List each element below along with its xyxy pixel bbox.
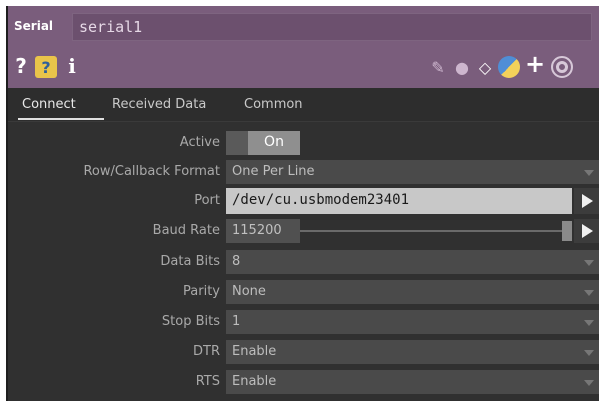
param-label-stop-bits: Stop Bits	[161, 314, 220, 329]
tab-received-data[interactable]: Received Data	[112, 97, 206, 112]
param-row-format: Row/Callback Format One Per Line	[8, 160, 599, 186]
active-tab-indicator	[18, 118, 104, 120]
param-label-port: Port	[194, 193, 220, 208]
info-icon[interactable]: i	[66, 54, 78, 78]
title-row: Serial serial1	[8, 6, 599, 46]
port-input[interactable]: /dev/cu.usbmodem23401	[226, 188, 572, 214]
data-bits-dropdown[interactable]: 8	[226, 250, 599, 274]
active-toggle-off-segment[interactable]	[226, 131, 248, 155]
icon-toolbar: ? ? i ✎ ● ◇ +	[8, 46, 599, 88]
param-label-active: Active	[179, 135, 220, 150]
format-dropdown-value: One Per Line	[232, 164, 315, 179]
param-label-baud-rate: Baud Rate	[152, 223, 220, 238]
plus-icon[interactable]: +	[524, 50, 546, 78]
param-row-port: Port /dev/cu.usbmodem23401	[8, 188, 599, 214]
param-label-format: Row/Callback Format	[83, 164, 220, 179]
pencil-icon[interactable]: ✎	[428, 56, 448, 78]
tab-connect[interactable]: Connect	[22, 97, 76, 112]
data-bits-dropdown-value: 8	[232, 254, 241, 269]
parameter-dialog: Serial serial1 ? ? i ✎ ● ◇ + Connect Rec…	[6, 6, 599, 401]
rts-dropdown[interactable]: Enable	[226, 370, 599, 394]
param-row-baud-rate: Baud Rate 115200	[8, 219, 599, 245]
tab-common[interactable]: Common	[244, 97, 303, 112]
param-label-parity: Parity	[183, 284, 220, 299]
active-toggle-button[interactable]: On	[248, 131, 300, 155]
clone-icon[interactable]: ◇	[475, 56, 495, 78]
baud-rate-value-field[interactable]: 115200	[226, 219, 300, 243]
stop-bits-dropdown[interactable]: 1	[226, 310, 599, 334]
param-label-rts: RTS	[195, 374, 220, 389]
stop-bits-dropdown-value: 1	[232, 314, 241, 329]
parity-dropdown[interactable]: None	[226, 280, 599, 304]
baud-rate-menu-button[interactable]	[574, 219, 599, 243]
chevron-down-icon	[584, 380, 594, 386]
parity-dropdown-value: None	[232, 284, 266, 299]
tab-bar: Connect Received Data Common	[8, 88, 599, 122]
play-arrow-icon	[582, 224, 593, 238]
python-help-icon[interactable]: ?	[35, 56, 57, 78]
param-row-parity: Parity None	[8, 280, 599, 306]
param-row-stop-bits: Stop Bits 1	[8, 310, 599, 336]
help-icon[interactable]: ?	[14, 54, 28, 78]
viewer-target-icon[interactable]	[551, 56, 573, 78]
baud-rate-slider-handle[interactable]	[562, 221, 572, 241]
operator-type-label: Serial	[14, 19, 54, 33]
comment-icon[interactable]: ●	[451, 56, 473, 78]
rts-dropdown-value: Enable	[232, 374, 277, 389]
chevron-down-icon	[584, 350, 594, 356]
param-row-active: Active On	[8, 131, 599, 157]
chevron-down-icon	[584, 290, 594, 296]
play-arrow-icon	[582, 194, 593, 208]
param-label-data-bits: Data Bits	[160, 254, 220, 269]
operator-name-field[interactable]: serial1	[72, 13, 592, 41]
dtr-dropdown[interactable]: Enable	[226, 340, 599, 364]
param-label-dtr: DTR	[193, 344, 220, 359]
chevron-down-icon	[584, 320, 594, 326]
format-dropdown[interactable]: One Per Line	[226, 160, 599, 184]
param-row-data-bits: Data Bits 8	[8, 250, 599, 276]
param-row-rts: RTS Enable	[8, 370, 599, 396]
baud-rate-slider-track[interactable]	[300, 230, 562, 232]
chevron-down-icon	[584, 170, 594, 176]
param-row-dtr: DTR Enable	[8, 340, 599, 366]
port-menu-button[interactable]	[574, 188, 599, 214]
header: Serial serial1 ? ? i ✎ ● ◇ +	[8, 6, 599, 88]
dtr-dropdown-value: Enable	[232, 344, 277, 359]
chevron-down-icon	[584, 260, 594, 266]
python-icon[interactable]	[498, 56, 520, 78]
